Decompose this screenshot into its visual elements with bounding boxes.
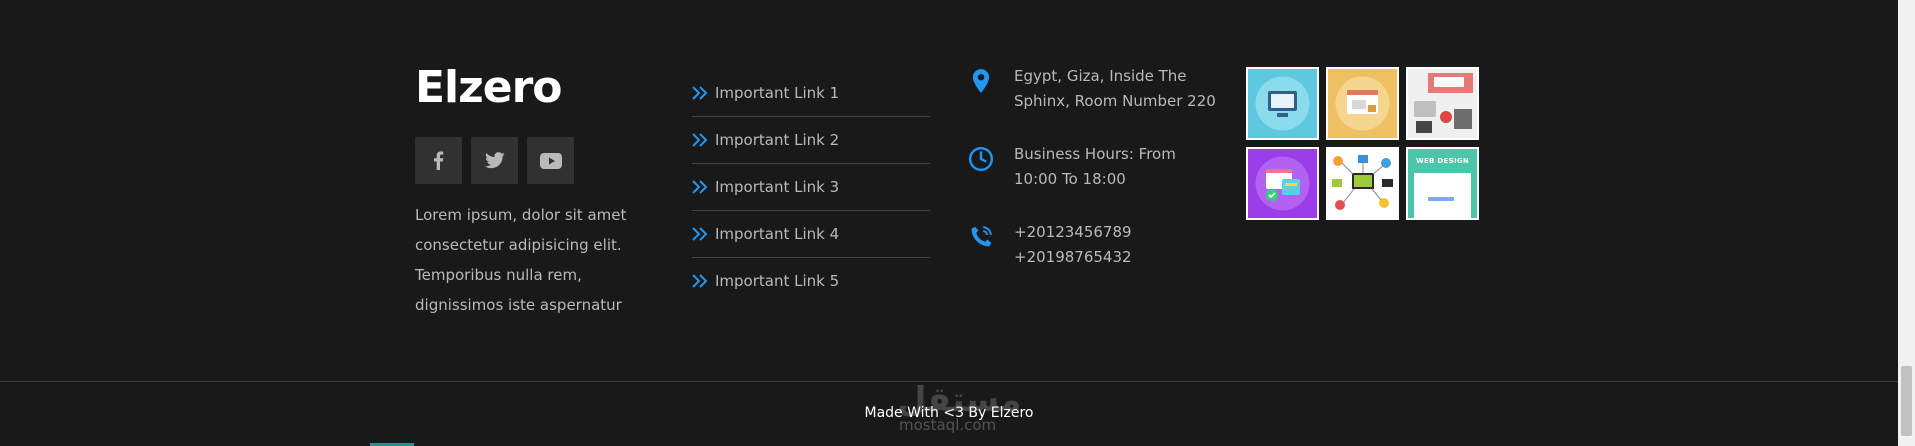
youtube-button[interactable] [527,137,574,184]
network-icon [1332,155,1393,210]
facebook-button[interactable] [415,137,462,184]
image-gallery: WEB DESIGN [1246,67,1479,220]
youtube-icon [539,152,562,169]
link-item[interactable]: Important Link 4 [692,211,930,258]
gallery-image[interactable] [1326,67,1399,140]
gallery-image[interactable] [1406,67,1479,140]
brand-logo: Elzero [415,62,563,113]
link-item[interactable]: Important Link 5 [692,258,930,304]
important-links: Important Link 1 Important Link 2 Import… [692,70,930,304]
hours-text: Business Hours: From 10:00 To 18:00 [1014,145,1176,188]
footer: Elzero Lorem ipsum, dolor sit amet conse… [0,0,1898,446]
gallery-caption: WEB DESIGN [1415,157,1470,165]
twitter-icon [484,152,505,169]
gallery-image[interactable] [1246,147,1319,220]
gallery-image[interactable]: WEB DESIGN [1406,147,1479,220]
hours-item: Business Hours: From 10:00 To 18:00 [968,142,1218,192]
phone-icon [971,226,992,247]
page-scrollbar[interactable] [1898,0,1915,446]
browser-icon [1335,76,1390,131]
phone-number-2[interactable]: +20198765432 [1014,245,1132,270]
link-item[interactable]: Important Link 3 [692,164,930,211]
gallery-image[interactable] [1326,147,1399,220]
workspace-icon [1414,73,1473,133]
twitter-button[interactable] [471,137,518,184]
social-links [415,137,574,184]
clock-icon [968,146,994,172]
phone-item: +20123456789 +20198765432 [968,220,1218,270]
design-icon [1255,156,1310,211]
copyright-text: Made With <3 By Elzero [864,405,1034,421]
computer-icon [1255,76,1310,131]
address-item: Egypt, Giza, Inside The Sphinx, Room Num… [968,64,1218,114]
double-chevron-right-icon [692,274,708,288]
location-pin-icon [972,69,990,93]
double-chevron-right-icon [692,180,708,194]
link-item[interactable]: Important Link 1 [692,70,930,117]
address-text: Egypt, Giza, Inside The Sphinx, Room Num… [1014,67,1216,110]
phone-number-1[interactable]: +20123456789 [1014,220,1132,245]
link-label[interactable]: Important Link 1 [715,84,839,102]
scrollbar-thumb[interactable] [1901,366,1912,436]
link-label[interactable]: Important Link 4 [715,225,839,243]
about-text: Lorem ipsum, dolor sit amet consectetur … [415,206,627,314]
link-item[interactable]: Important Link 2 [692,117,930,164]
double-chevron-right-icon [692,133,708,147]
contact-info: Egypt, Giza, Inside The Sphinx, Room Num… [968,64,1218,298]
link-label[interactable]: Important Link 5 [715,272,839,290]
link-label[interactable]: Important Link 3 [715,178,839,196]
facebook-icon [434,151,444,170]
double-chevron-right-icon [692,227,708,241]
double-chevron-right-icon [692,86,708,100]
link-label[interactable]: Important Link 2 [715,131,839,149]
gallery-image[interactable] [1246,67,1319,140]
